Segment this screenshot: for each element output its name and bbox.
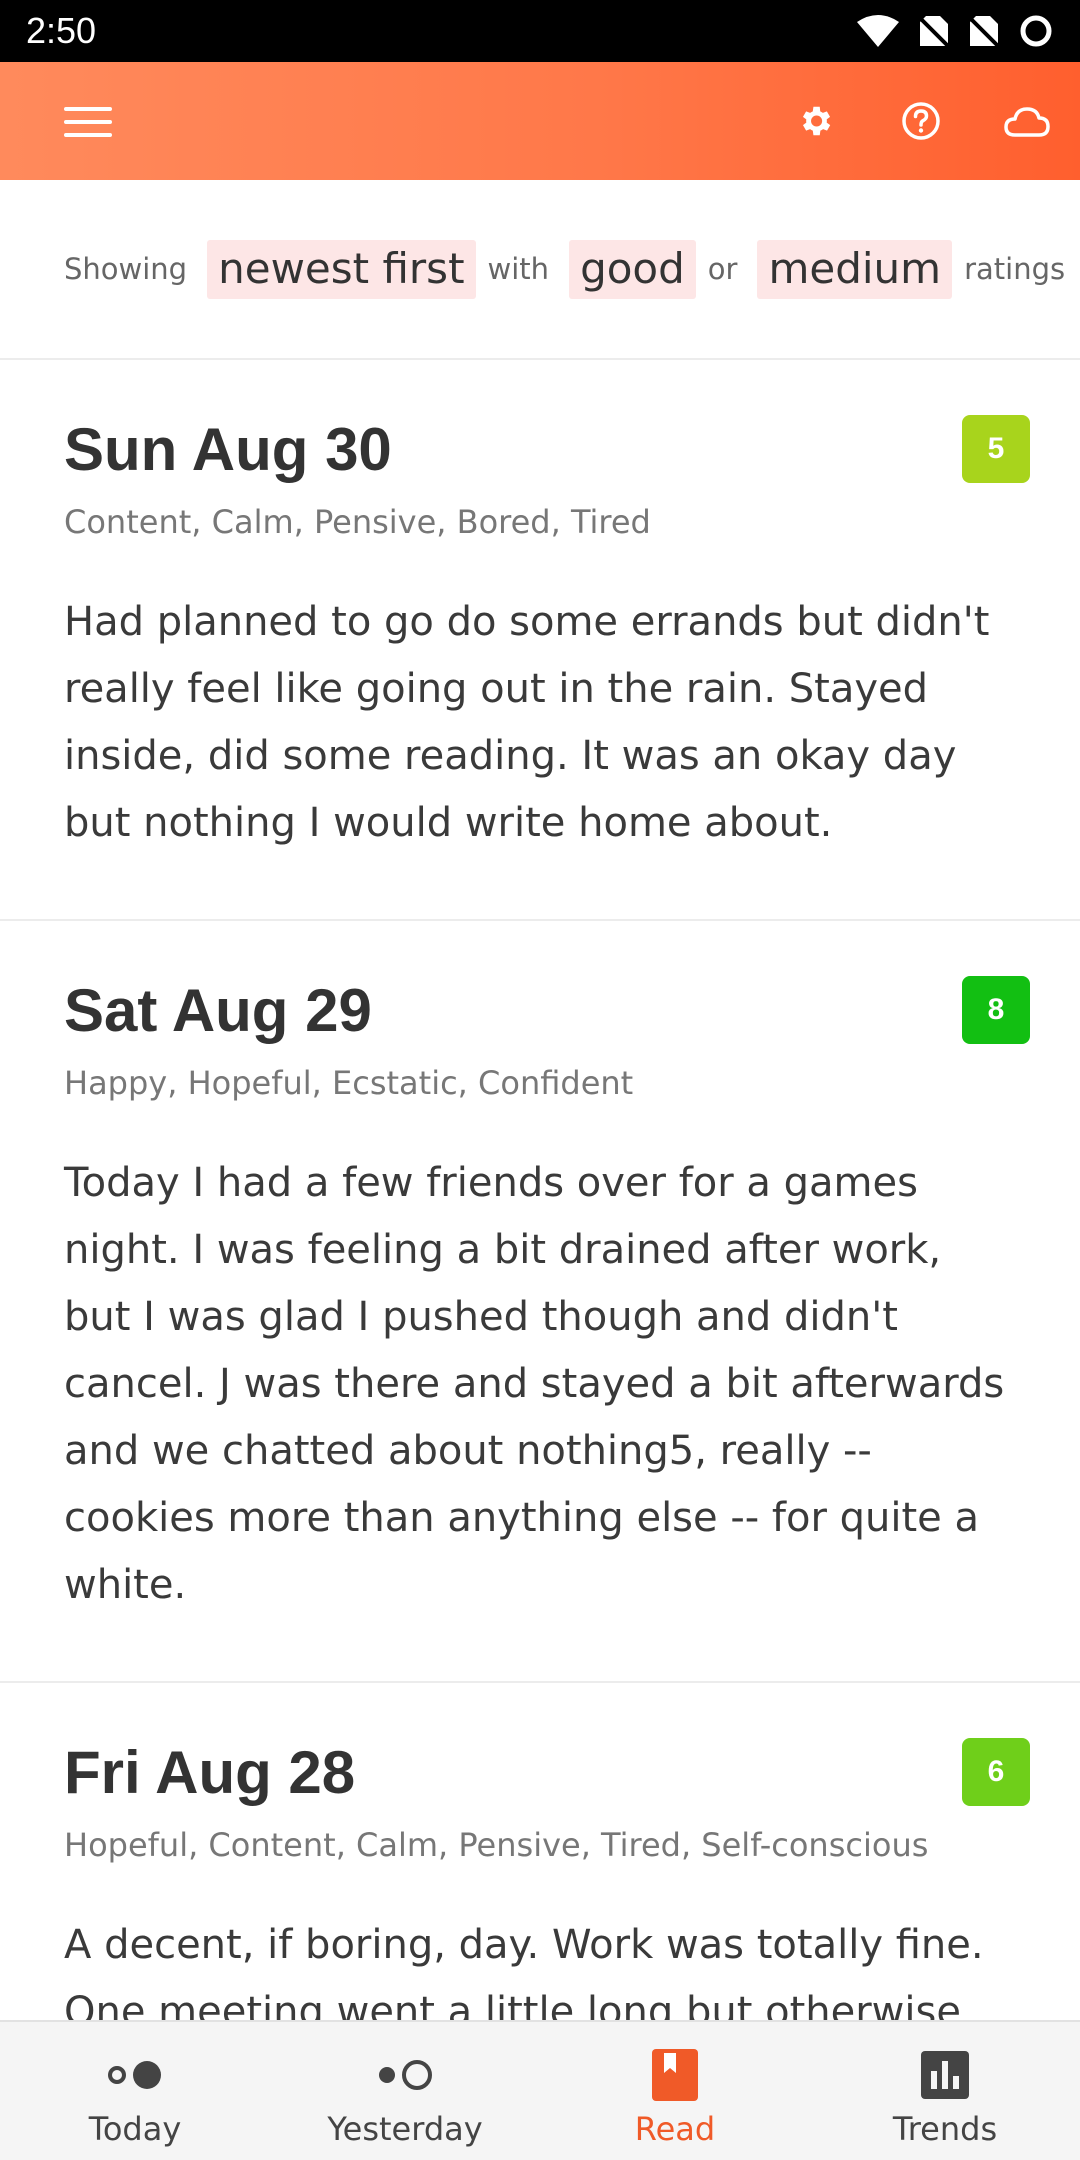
status-bar: 2:50 <box>0 0 1080 62</box>
sync-button[interactable] <box>974 62 1080 180</box>
help-button[interactable] <box>868 62 974 180</box>
app-bar <box>0 62 1080 180</box>
entry-moods: Happy, Hopeful, Ecstatic, Confident <box>64 1064 634 1102</box>
nav-item-read[interactable]: Read <box>540 2022 810 2160</box>
gear-icon <box>802 106 831 136</box>
sort-order-chip[interactable]: newest first <box>207 239 476 299</box>
today-dots-icon <box>105 2042 165 2108</box>
wifi-icon <box>857 15 899 47</box>
nav-item-today[interactable]: Today <box>0 2022 270 2160</box>
rating-badge: 6 <box>962 1738 1030 1806</box>
filter-or-label: or <box>707 252 738 286</box>
entry-moods: Content, Calm, Pensive, Bored, Tired <box>64 503 651 541</box>
rating-badge: 8 <box>962 976 1030 1044</box>
entry-date: Sat Aug 29 <box>64 977 372 1044</box>
entry-list: Sun Aug 30 5 Content, Calm, Pensive, Bor… <box>0 360 1080 2110</box>
bottom-navigation: Today Yesterday Read Trends <box>0 2020 1080 2160</box>
entry-date: Fri Aug 28 <box>64 1739 356 1806</box>
filter-ratings-label: ratings <box>964 252 1066 286</box>
filter-with-label: with <box>487 252 550 286</box>
entry-moods: Hopeful, Content, Calm, Pensive, Tired, … <box>64 1826 929 1864</box>
bar-chart-icon <box>921 2042 969 2108</box>
status-time: 2:50 <box>26 10 97 51</box>
filter-summary: Showing newest first with good or medium… <box>0 180 1080 360</box>
nav-item-trends[interactable]: Trends <box>810 2022 1080 2160</box>
entry-text: Had planned to go do some errands but di… <box>64 599 990 846</box>
rating-filter-chip-medium[interactable]: medium <box>757 239 953 299</box>
loading-ring-icon <box>1020 15 1052 47</box>
yesterday-dots-icon <box>375 2042 435 2108</box>
rating-badge: 5 <box>962 415 1030 483</box>
nav-label-yesterday: Yesterday <box>327 2110 483 2148</box>
entry-date: Sun Aug 30 <box>64 416 392 483</box>
book-icon <box>652 2042 698 2108</box>
rating-filter-chip-good[interactable]: good <box>569 239 696 299</box>
no-sim-icon <box>918 16 950 48</box>
status-icons <box>856 13 1054 49</box>
app-bar-actions <box>762 62 1080 180</box>
cloud-icon <box>1004 107 1050 137</box>
settings-button[interactable] <box>762 62 868 180</box>
help-circle-icon <box>902 102 940 140</box>
nav-label-trends: Trends <box>892 2110 998 2148</box>
nav-item-yesterday[interactable]: Yesterday <box>270 2022 540 2160</box>
entry-card[interactable]: Sun Aug 30 5 Content, Calm, Pensive, Bor… <box>0 360 1080 921</box>
nav-label-read: Read <box>634 2110 716 2148</box>
filter-showing-label: Showing <box>64 252 188 286</box>
entry-card[interactable]: Sat Aug 29 8 Happy, Hopeful, Ecstatic, C… <box>0 921 1080 1683</box>
nav-label-today: Today <box>88 2110 182 2148</box>
no-sim-icon <box>968 16 1000 48</box>
entry-text: Today I had a few friends over for a gam… <box>64 1160 1005 1608</box>
hamburger-menu-icon[interactable] <box>64 107 112 137</box>
